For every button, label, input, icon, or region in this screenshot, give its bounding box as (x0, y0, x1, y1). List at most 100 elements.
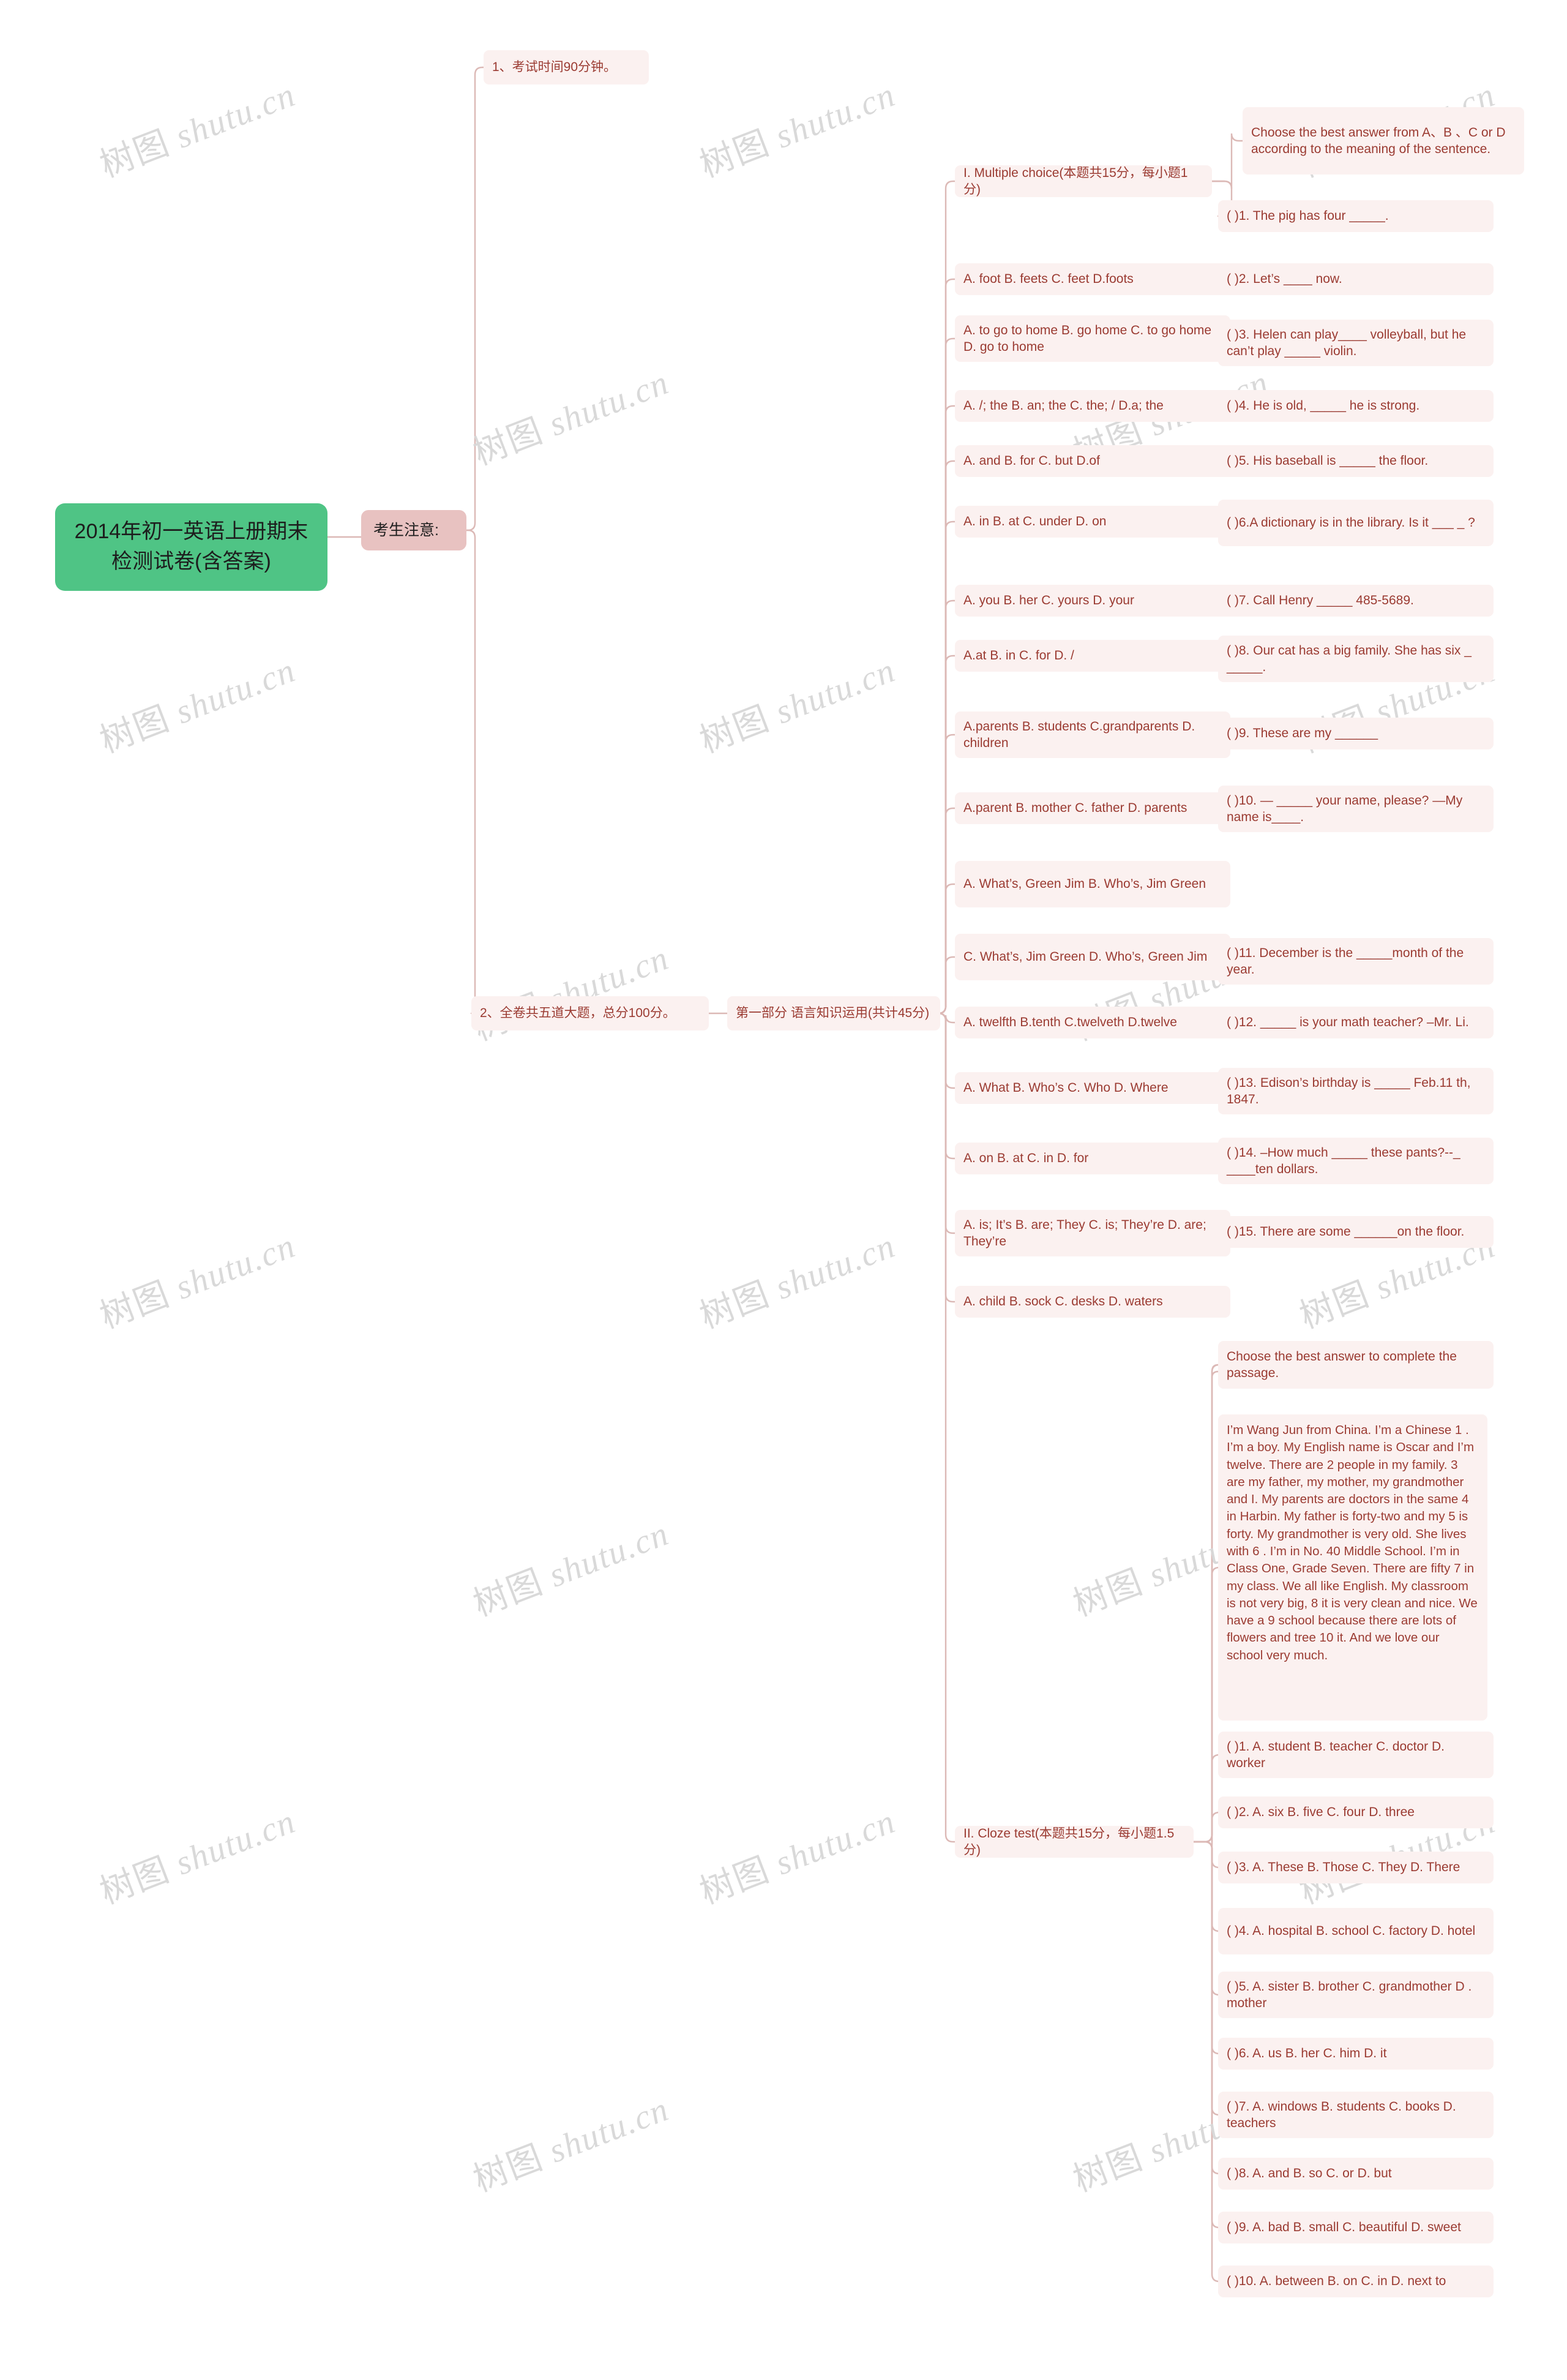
section-label-multiple-choice: I. Multiple choice(本题共15分，每小题1分) (963, 165, 1188, 197)
mc-question-node[interactable]: ( )12. _____ is your math teacher? –Mr. … (1218, 1007, 1494, 1038)
mc-option-label: A. twelfth B.tenth C.twelveth D.twelve (963, 1015, 1177, 1030)
connector (1192, 1811, 1220, 1843)
connector (938, 1012, 956, 1089)
root-node[interactable]: 2014年初一英语上册期末检测试卷(含答案) (55, 503, 327, 591)
cloze-option-label: ( )8. A. and B. so C. or D. but (1227, 2166, 1392, 2181)
cloze-option-label: ( )4. A. hospital B. school C. factory D… (1227, 1924, 1476, 1939)
connector (1192, 1841, 1220, 1869)
mc-option-node[interactable]: C. What’s, Jim Green D. Who’s, Green Jim (955, 934, 1230, 980)
section-node-cloze-test[interactable]: II. Cloze test(本题共15分，每小题1.5分) (955, 1826, 1194, 1858)
mc-question-node[interactable]: ( )8. Our cat has a big family. She has … (1218, 636, 1494, 682)
cloze-option-label: ( )10. A. between B. on C. in D. next to (1227, 2274, 1446, 2289)
cloze-option-node[interactable]: ( )5. A. sister B. brother C. grandmothe… (1218, 1972, 1494, 2018)
mc-question-node[interactable]: ( )6.A dictionary is in the library. Is … (1218, 500, 1494, 546)
connector (1192, 1841, 1220, 2283)
cloze-option-node[interactable]: ( )4. A. hospital B. school C. factory D… (1218, 1908, 1494, 1954)
part1-label: 第一部分 语言知识运用(共计45分) (736, 1006, 930, 1021)
mc-question-node[interactable]: ( )10. — _____ your name, please? —My na… (1218, 786, 1494, 832)
cloze-option-node[interactable]: ( )9. A. bad B. small C. beautiful D. sw… (1218, 2212, 1494, 2243)
cloze-option-label: ( )2. A. six B. five C. four D. three (1227, 1805, 1415, 1820)
connector (1192, 1841, 1220, 1996)
mc-option-node[interactable]: A. child B. sock C. desks D. waters (955, 1286, 1230, 1318)
connector (1192, 1364, 1220, 1843)
mc-option-node[interactable]: A. What’s, Green Jim B. Who’s, Jim Green (955, 861, 1230, 907)
mc-question-node[interactable]: ( )1. The pig has four _____. (1218, 200, 1494, 232)
mc-question-label: ( )10. — _____ your name, please? —My na… (1227, 793, 1463, 824)
cloze-option-node[interactable]: ( )2. A. six B. five C. four D. three (1218, 1796, 1494, 1828)
mc-instruction-node[interactable]: Choose the best answer from A、B 、C or D … (1243, 107, 1524, 175)
connector (938, 734, 956, 1015)
mc-option-node[interactable]: A. to go to home B. go home C. to go hom… (955, 315, 1230, 362)
mc-question-node[interactable]: ( )9. These are my ______ (1218, 718, 1494, 749)
mc-option-node[interactable]: A. What B. Who’s C. Who D. Where (955, 1072, 1230, 1104)
cloze-option-label: ( )5. A. sister B. brother C. grandmothe… (1227, 1979, 1472, 2010)
mc-question-node[interactable]: ( )13. Edison’s birthday is _____ Feb.11… (1218, 1068, 1494, 1114)
cloze-option-node[interactable]: ( )1. A. student B. teacher C. doctor D.… (1218, 1732, 1494, 1778)
cloze-option-node[interactable]: ( )7. A. windows B. students C. books D.… (1218, 2092, 1494, 2138)
mc-option-node[interactable]: A. foot B. feets C. feet D.foots (955, 263, 1230, 295)
note-node-2[interactable]: 2、全卷共五道大题，总分100分。 (471, 996, 709, 1030)
mc-question-label: ( )11. December is the _____month of the… (1227, 945, 1464, 977)
mc-question-label: ( )5. His baseball is _____ the floor. (1227, 454, 1429, 468)
mc-question-label: ( )13. Edison’s birthday is _____ Feb.11… (1227, 1075, 1471, 1106)
mc-question-node[interactable]: ( )3. Helen can play____ volleyball, but… (1218, 320, 1494, 366)
mc-option-node[interactable]: A. is; It’s B. are; They C. is; They’re … (955, 1210, 1230, 1256)
cloze-option-label: ( )7. A. windows B. students C. books D.… (1227, 2099, 1456, 2130)
level1-label: 考生注意: (373, 521, 439, 539)
mc-option-label: A. What’s, Green Jim B. Who’s, Jim Green (963, 877, 1206, 892)
connector (938, 1012, 956, 1303)
mc-option-node[interactable]: A.parents B. students C.grandparents D. … (955, 711, 1230, 758)
part1-node[interactable]: 第一部分 语言知识运用(共计45分) (727, 996, 940, 1030)
mc-option-label: C. What’s, Jim Green D. Who’s, Green Jim (963, 950, 1208, 964)
cloze-option-label: ( )9. A. bad B. small C. beautiful D. sw… (1227, 2220, 1461, 2235)
connector (938, 337, 956, 1015)
mc-option-node[interactable]: A. on B. at C. in D. for (955, 1143, 1230, 1174)
connector (1211, 133, 1244, 189)
mc-question-label: ( )12. _____ is your math teacher? –Mr. … (1227, 1015, 1469, 1030)
section-node-multiple-choice[interactable]: I. Multiple choice(本题共15分，每小题1分) (955, 165, 1212, 197)
mc-option-node[interactable]: A. and B. for C. but D.of (955, 445, 1230, 477)
mc-question-node[interactable]: ( )5. His baseball is _____ the floor. (1218, 445, 1494, 477)
mc-option-label: A. What B. Who’s C. Who D. Where (963, 1081, 1169, 1095)
cloze-option-node[interactable]: ( )10. A. between B. on C. in D. next to (1218, 2266, 1494, 2297)
mc-option-node[interactable]: A. in B. at C. under D. on (955, 506, 1230, 538)
cloze-option-node[interactable]: ( )8. A. and B. so C. or D. but (1218, 2158, 1494, 2190)
cloze-instruction-node[interactable]: Choose the best answer to complete the p… (1218, 1341, 1494, 1389)
connector (938, 599, 956, 1015)
mc-question-node[interactable]: ( )4. He is old, _____ he is strong. (1218, 390, 1494, 422)
mc-question-label: ( )14. –How much _____ these pants?--_ _… (1227, 1145, 1460, 1176)
mc-question-node[interactable]: ( )14. –How much _____ these pants?--_ _… (1218, 1138, 1494, 1184)
mc-option-label: A. on B. at C. in D. for (963, 1151, 1089, 1166)
mc-question-node[interactable]: ( )11. December is the _____month of the… (1218, 938, 1494, 985)
mc-question-node[interactable]: ( )2. Let’s ____ now. (1218, 263, 1494, 295)
note-label-1: 1、考试时间90分钟。 (492, 60, 617, 75)
connector (938, 956, 956, 1015)
mc-question-label: ( )3. Helen can play____ volleyball, but… (1227, 327, 1467, 358)
cloze-option-node[interactable]: ( )6. A. us B. her C. him D. it (1218, 2038, 1494, 2070)
note-label-2: 2、全卷共五道大题，总分100分。 (480, 1006, 676, 1021)
section-label-cloze-test: II. Cloze test(本题共15分，每小题1.5分) (963, 1826, 1175, 1857)
mc-question-label: ( )1. The pig has four _____. (1227, 209, 1389, 223)
connector (938, 1012, 956, 1024)
mc-option-node[interactable]: A. you B. her C. yours D. your (955, 585, 1230, 617)
mc-option-node[interactable]: A. /; the B. an; the C. the; / D.a; the (955, 390, 1230, 422)
connector (938, 278, 956, 1015)
connector (1192, 1841, 1220, 1932)
mc-option-node[interactable]: A.parent B. mother C. father D. parents (955, 792, 1230, 824)
connector (938, 883, 956, 1015)
mc-option-label: A. /; the B. an; the C. the; / D.a; the (963, 399, 1164, 413)
connector (1192, 1364, 1219, 1850)
mc-option-node[interactable]: A.at B. in C. for D. / (955, 640, 1230, 672)
connector (1211, 1370, 1219, 1843)
cloze-passage-node[interactable]: I’m Wang Jun from China. I’m a Chinese 1… (1218, 1414, 1487, 1721)
mc-question-label: ( )9. These are my ______ (1227, 726, 1378, 741)
level1-node-candidate-notice[interactable]: 考生注意: (361, 510, 466, 550)
mc-question-label: ( )7. Call Henry _____ 485-5689. (1227, 593, 1414, 608)
note-node-1[interactable]: 1、考试时间90分钟。 (484, 50, 649, 84)
cloze-option-node[interactable]: ( )3. A. These B. Those C. They D. There (1218, 1852, 1494, 1883)
connector (1192, 1841, 1220, 2116)
mc-question-node[interactable]: ( )7. Call Henry _____ 485-5689. (1218, 585, 1494, 617)
mc-question-node[interactable]: ( )15. There are some ______on the floor… (1218, 1216, 1494, 1248)
mc-option-node[interactable]: A. twelfth B.tenth C.twelveth D.twelve (955, 1007, 1230, 1038)
mc-option-label: A.parent B. mother C. father D. parents (963, 801, 1187, 816)
